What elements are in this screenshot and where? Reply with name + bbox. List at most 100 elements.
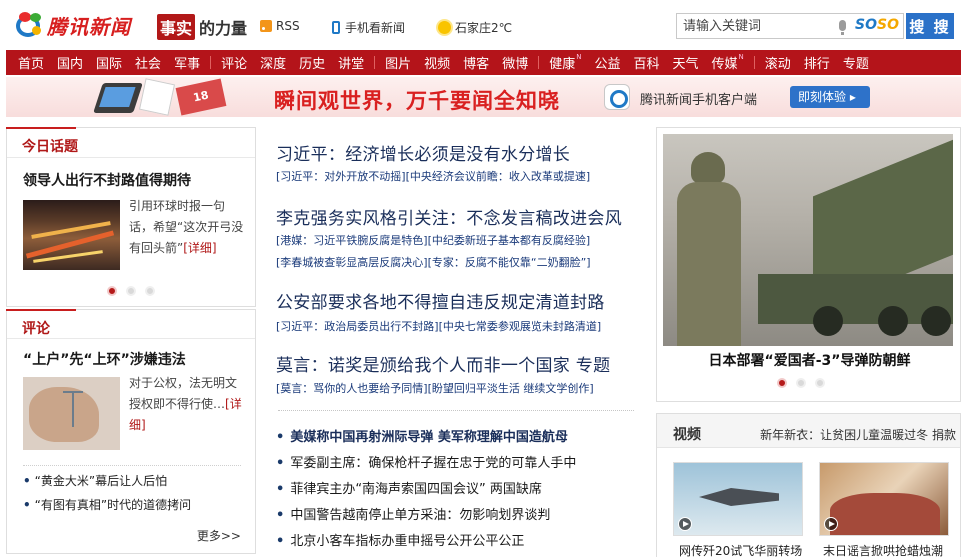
search-button[interactable]: 搜 搜 xyxy=(906,13,954,39)
nav-item-photos[interactable]: 图片 xyxy=(385,53,411,72)
nav-item-media-label: 传媒 xyxy=(711,57,738,72)
nav-item-lecture[interactable]: 讲堂 xyxy=(338,53,364,72)
microphone-icon[interactable] xyxy=(839,20,846,35)
nav-divider xyxy=(753,56,755,69)
video-thumbnail-candles[interactable] xyxy=(819,462,949,536)
carousel-dot[interactable] xyxy=(796,378,806,388)
comment-box: 评论 “上户”先“上环”涉嫌违法 对于公权，法无明文授权即不得行使…[详细] “… xyxy=(6,309,256,554)
headline-1[interactable]: 习近平：经济增长必须是没有水分增长 xyxy=(276,140,570,165)
carousel-dot[interactable] xyxy=(107,286,117,296)
carousel-dot[interactable] xyxy=(815,378,825,388)
related-links-3[interactable]: [李春城被查彰显高层反腐决心][专家：反腐不能仅靠“二奶翻脸”] xyxy=(276,254,591,270)
nav-item-home[interactable]: 首页 xyxy=(18,53,44,72)
related-links-1[interactable]: [习近平：对外开放不动摇][中央经济会议前瞻：收入改革或提速] xyxy=(276,168,590,184)
mobile-news-label: 手机看新闻 xyxy=(345,21,406,35)
tencent-logo-icon xyxy=(14,11,44,40)
traffic-thumbnail[interactable] xyxy=(23,200,120,270)
sun-icon xyxy=(438,21,451,34)
logo-text: 腾讯新闻 xyxy=(47,15,131,39)
focus-caption[interactable]: 日本部署“爱国者-3”导弹防朝鲜 xyxy=(657,350,962,370)
divider xyxy=(278,410,634,411)
nav-item-history[interactable]: 历史 xyxy=(299,53,325,72)
headline-2[interactable]: 李克强务实风格引关注：不念发言稿改进会风 xyxy=(276,204,622,229)
comment-title[interactable]: 评论 xyxy=(22,318,50,338)
nav-item-blog[interactable]: 博客 xyxy=(463,53,489,72)
play-icon xyxy=(678,517,692,531)
news-item[interactable]: 美媒称中国再射洲际导弹 美军称理解中国造航母 xyxy=(276,425,576,451)
video-box: 视频 新年新衣：让贫困儿童温暖过冬 捐款 网传歼20试飞华丽转场 末日谣言掀哄抢… xyxy=(656,413,961,557)
tencent-news-logo[interactable]: 腾讯新闻 xyxy=(14,11,131,40)
headline-3[interactable]: 公安部要求各地不得擅自违反规定清道封路 xyxy=(276,288,605,313)
comment-headline[interactable]: “上户”先“上环”涉嫌违法 xyxy=(23,349,186,369)
comment-summary: 对于公权，法无明文授权即不得行使…[详细] xyxy=(129,373,245,436)
today-topic-title[interactable]: 今日话题 xyxy=(22,136,78,156)
play-icon xyxy=(824,517,838,531)
list-item[interactable]: “有图有真相”时代的道德拷问 xyxy=(23,493,191,517)
video-caption[interactable]: 末日谣言掀哄抢蜡烛潮 xyxy=(823,542,943,557)
more-link[interactable]: 更多>> xyxy=(197,527,241,544)
nav-item-rolling[interactable]: 滚动 xyxy=(765,53,791,72)
nav-item-baike[interactable]: 百科 xyxy=(633,53,659,72)
main-nav: 首页 国内 国际 社会 军事 评论 深度 历史 讲堂 图片 视频 博客 微博 健… xyxy=(6,50,961,75)
nav-item-society[interactable]: 社会 xyxy=(135,53,161,72)
left-column: 今日话题 领导人出行不封路值得期待 引用环球时报一句话，希望“这次开弓没有回头箭… xyxy=(6,127,256,554)
comment-header: 评论 xyxy=(6,309,255,339)
focus-box: 日本部署“爱国者-3”导弹防朝鲜 xyxy=(656,127,961,402)
slogan-box: 事实 xyxy=(157,14,196,40)
mobile-news-link[interactable]: 手机看新闻 xyxy=(332,19,405,36)
nav-item-domestic[interactable]: 国内 xyxy=(57,53,83,72)
nav-divider xyxy=(538,56,540,69)
carousel-dots xyxy=(107,286,155,296)
news-item[interactable]: 北京小客车指标办重申摇号公开公平公正 xyxy=(276,529,576,555)
carousel-dot[interactable] xyxy=(126,286,136,296)
list-item[interactable]: “黄金大米”幕后让人后怕 xyxy=(23,469,191,493)
weather-link[interactable]: 石家庄2℃ xyxy=(438,19,512,36)
divider xyxy=(23,465,241,466)
news-app-icon xyxy=(604,84,630,110)
nav-item-opinion[interactable]: 评论 xyxy=(221,53,247,72)
nav-item-world[interactable]: 国际 xyxy=(96,53,122,72)
slogan-badge: 事实 的力量 xyxy=(157,14,247,40)
nav-item-weibo[interactable]: 微博 xyxy=(502,53,528,72)
today-topic-header: 今日话题 xyxy=(6,127,255,158)
nav-item-video[interactable]: 视频 xyxy=(424,53,450,72)
nav-item-ranking[interactable]: 排行 xyxy=(804,53,830,72)
nav-item-health[interactable]: 健康N xyxy=(549,53,581,72)
news-item[interactable]: 军委副主席：确保枪杆子握在忠于党的可靠人手中 xyxy=(276,451,576,477)
today-topic-headline[interactable]: 领导人出行不封路值得期待 xyxy=(23,170,191,190)
banner-slogan: 瞬间观世界，万千要闻全知晓 xyxy=(274,89,560,113)
headline-4[interactable]: 莫言：诺奖是颁给我个人而非一个国家 专题 xyxy=(276,351,610,376)
nav-group-4: 健康N 公益 百科 天气 传媒N xyxy=(549,53,757,72)
related-links-4[interactable]: [习近平：政治局委员出行不封路][中央七常委参观展览未封路清道] xyxy=(276,318,601,334)
news-item[interactable]: 菲律宾主办“南海声索国四国会议” 两国缺席 xyxy=(276,477,576,503)
comment-list: “黄金大米”幕后让人后怕 “有图有真相”时代的道德拷问 xyxy=(23,469,191,517)
comment-thumbnail[interactable] xyxy=(23,377,120,450)
today-topic-box: 今日话题 领导人出行不封路值得期待 引用环球时报一句话，希望“这次开弓没有回头箭… xyxy=(6,127,256,307)
search-input[interactable] xyxy=(677,14,827,38)
news-item[interactable]: 中国警告越南停止单方采油：勿影响划界谈判 xyxy=(276,503,576,529)
carousel-dot[interactable] xyxy=(777,378,787,388)
related-links-2[interactable]: [港媒：习近平铁腕反腐是特色][中纪委新班子基本都有反腐经验] xyxy=(276,232,590,248)
nav-item-weather[interactable]: 天气 xyxy=(673,53,699,72)
video-thumbnail-jet[interactable] xyxy=(673,462,803,536)
nav-item-topics[interactable]: 专题 xyxy=(843,53,869,72)
video-caption[interactable]: 网传歼20试飞华丽转场 xyxy=(679,542,802,557)
nav-item-charity[interactable]: 公益 xyxy=(594,53,620,72)
try-now-button[interactable]: 即刻体验 ▸ xyxy=(790,86,870,108)
rss-link[interactable]: RSS xyxy=(260,19,300,33)
today-topic-detail-link[interactable]: [详细] xyxy=(183,241,216,255)
today-topic-summary: 引用环球时报一句话，希望“这次开弓没有回头箭”[详细] xyxy=(129,196,245,259)
new-badge: N xyxy=(576,52,582,61)
carousel-dot[interactable] xyxy=(145,286,155,296)
focus-photo[interactable] xyxy=(663,134,953,346)
site-header: 腾讯新闻 事实 的力量 RSS 手机看新闻 石家庄2℃ SOSO 搜 搜 xyxy=(0,0,967,50)
app-promo-banner[interactable]: 18 瞬间观世界，万千要闻全知晓 腾讯新闻手机客户端 即刻体验 ▸ xyxy=(6,77,961,117)
nav-item-indepth[interactable]: 深度 xyxy=(260,53,286,72)
carousel-dots xyxy=(777,378,825,388)
related-links-5[interactable]: [莫言：骂你的人也要给予同情][盼望回归平淡生活 继续文学创作] xyxy=(276,380,594,396)
soso-logo-b: SO xyxy=(876,17,899,33)
charity-link[interactable]: 新年新衣：让贫困儿童温暖过冬 捐款 xyxy=(760,426,956,443)
nav-item-military[interactable]: 军事 xyxy=(174,53,200,72)
nav-item-media[interactable]: 传媒N xyxy=(712,53,744,72)
video-title[interactable]: 视频 xyxy=(673,424,701,444)
